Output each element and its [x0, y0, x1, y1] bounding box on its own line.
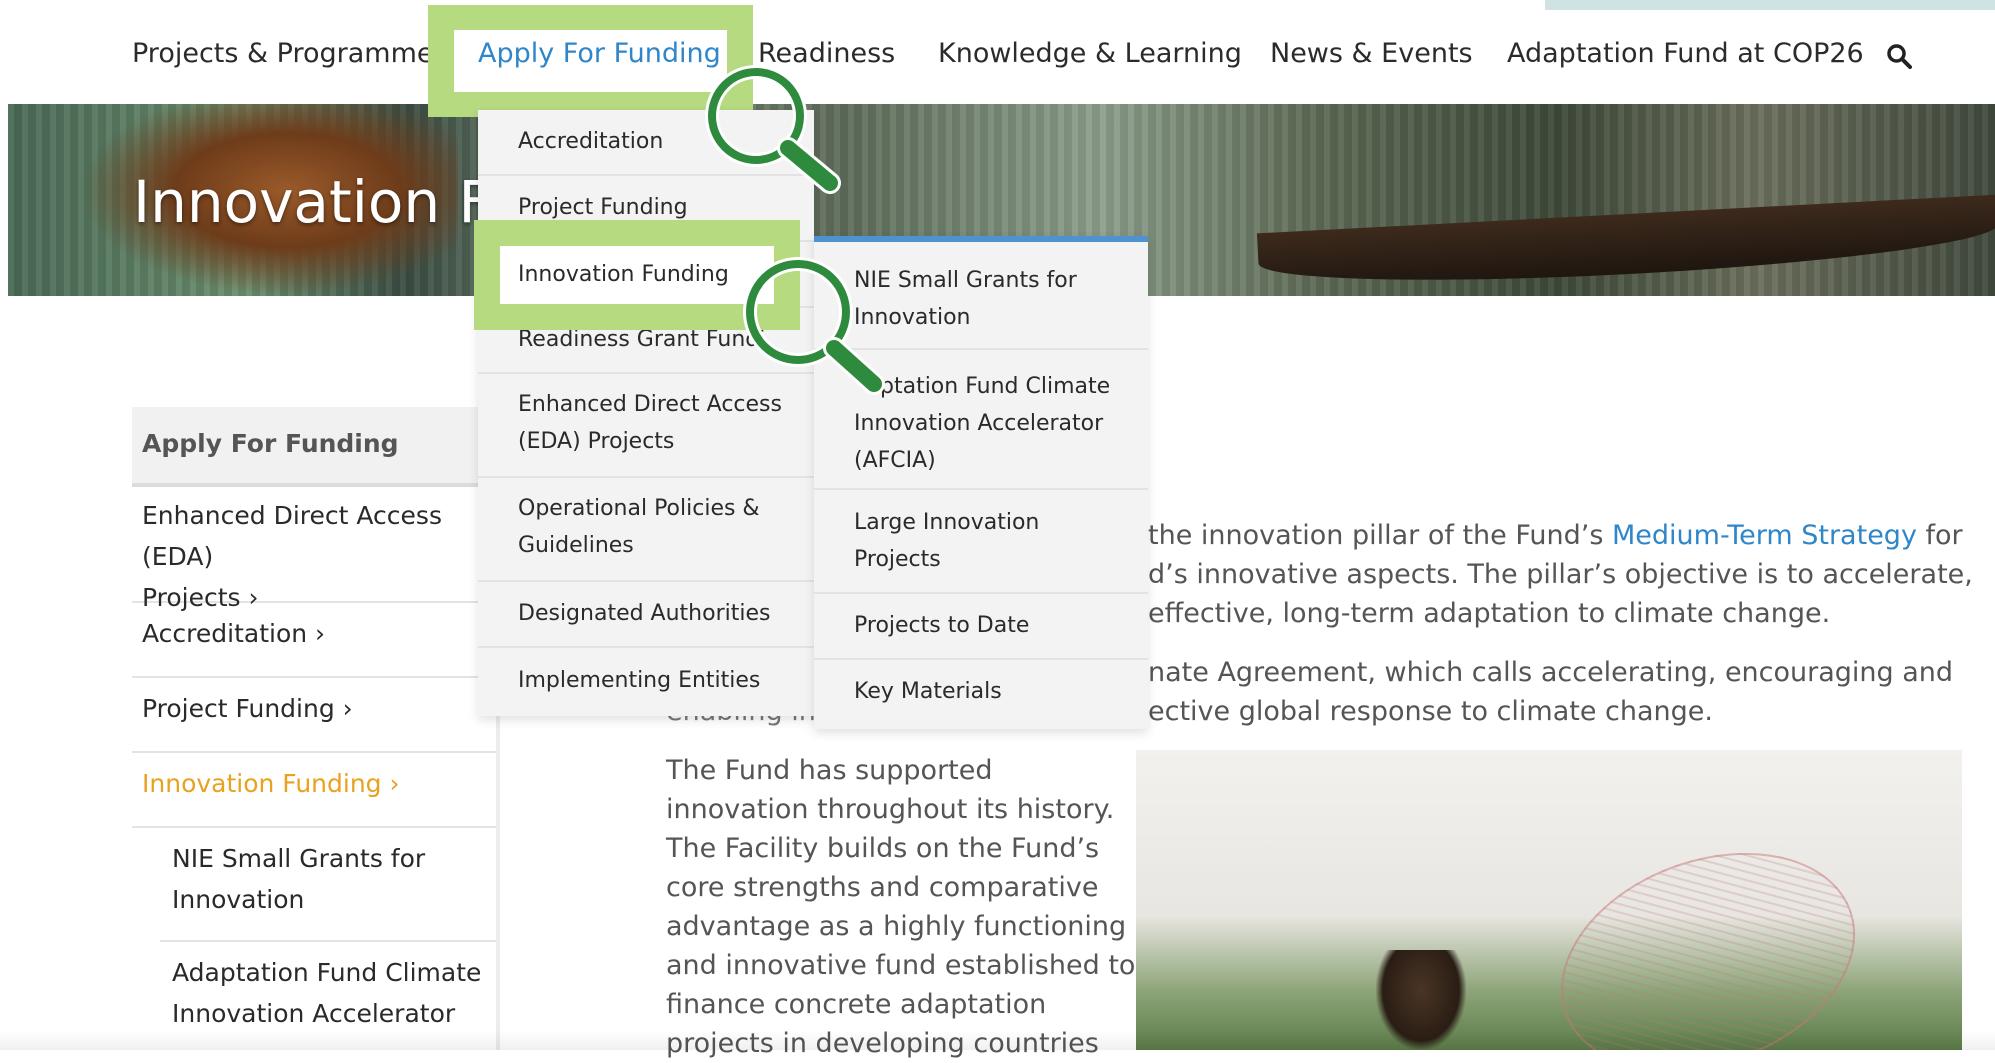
sidebar-item-label: Accreditation › — [142, 619, 326, 648]
submenu-item-label: Innovation Accelerator — [854, 411, 1104, 436]
paragraph-3-line: innovation throughout its history. — [666, 794, 1115, 825]
dropdown-item-label: Designated Authorities — [518, 601, 771, 626]
paragraph-1-line-1: the innovation pillar of the Fund’s Medi… — [1148, 516, 1963, 555]
paragraph-2-line-2: ective global response to climate change… — [1148, 696, 1713, 727]
dropdown-item-implementing-entities[interactable]: Implementing Entities — [478, 648, 814, 714]
submenu-item-label: Projects to Date — [854, 613, 1030, 638]
hero-title: Innovation Fu — [133, 168, 526, 236]
paragraph-3-line: finance concrete adaptation — [666, 989, 1047, 1020]
dropdown-item-label: Guidelines — [518, 533, 634, 558]
paragraph-text: for — [1916, 520, 1963, 551]
nav-adaptation-fund-cop26[interactable]: Adaptation Fund at COP26 — [1507, 38, 1864, 69]
submenu-item-label: Key Materials — [854, 679, 1002, 704]
sidebar-divider — [496, 716, 500, 1050]
sidebar-item-label: Enhanced Direct Access (EDA) — [142, 501, 442, 571]
dropdown-item-label: Accreditation — [518, 129, 664, 154]
sidebar-item-label: Project Funding › — [142, 694, 353, 723]
magnifier-icon — [743, 257, 885, 395]
paragraph-3-line: core strengths and comparative — [666, 872, 1099, 903]
paragraph-text: the innovation pillar of the Fund’s — [1148, 520, 1612, 551]
horizontal-scroll-shade — [0, 1030, 1995, 1050]
sidebar-subitem-label: Adaptation Fund Climate — [172, 958, 482, 987]
sidebar-subitem-label: Innovation Accelerator — [172, 999, 456, 1028]
paragraph-1-line-2: d’s innovative aspects. The pillar’s obj… — [1148, 559, 1973, 590]
sidebar-subitem-label: NIE Small Grants for — [172, 844, 426, 873]
sidebar-heading-text: Apply For Funding — [142, 429, 399, 458]
paragraph-2-line-1: nate Agreement, which calls accelerating… — [1148, 657, 1954, 688]
nav-news-events[interactable]: News & Events — [1270, 38, 1473, 69]
submenu-item-label: (AFCIA) — [854, 448, 936, 473]
submenu-item-key-materials[interactable]: Key Materials — [814, 660, 1148, 723]
nav-apply-for-funding[interactable]: Apply For Funding — [478, 38, 721, 69]
fisherman-photo — [1136, 750, 1962, 1050]
dropdown-item-operational-policies[interactable]: Operational Policies & Guidelines — [478, 478, 814, 582]
nav-knowledge-learning[interactable]: Knowledge & Learning — [938, 38, 1242, 69]
search-icon[interactable] — [1886, 43, 1912, 69]
submenu-item-label: Large Innovation — [854, 510, 1040, 535]
dropdown-item-designated-authorities[interactable]: Designated Authorities — [478, 582, 814, 648]
sidebar-item-accreditation[interactable]: Accreditation › — [132, 603, 500, 678]
sidebar-subitem-label: Innovation — [172, 885, 305, 914]
sidebar-item-label: Innovation Funding › — [142, 769, 400, 798]
paragraph-3-line: The Fund has supported — [666, 755, 993, 786]
paragraph-3-line: advantage as a highly functioning — [666, 911, 1127, 942]
paragraph-3-line: and innovative fund established to — [666, 950, 1136, 981]
medium-term-strategy-link[interactable]: Medium-Term Strategy — [1612, 520, 1917, 551]
sidebar-item-innovation-funding[interactable]: Innovation Funding › — [132, 753, 500, 828]
sidebar-subitem-nie-small-grants[interactable]: NIE Small Grants for Innovation — [160, 828, 496, 942]
dropdown-item-label: Operational Policies & — [518, 496, 760, 521]
paragraph-1-line-3: effective, long-term adaptation to clima… — [1148, 598, 1831, 629]
sidebar-item-eda-projects[interactable]: Enhanced Direct Access (EDA) Projects › — [132, 485, 500, 612]
highlighted-innovation-funding-label[interactable]: Innovation Funding — [518, 256, 729, 293]
paragraph-3-line: The Facility builds on the Fund’s — [666, 833, 1100, 864]
dropdown-item-label: (EDA) Projects — [518, 429, 675, 454]
top-decorative-strip — [1545, 0, 1995, 10]
apply-for-funding-dropdown: Accreditation Project Funding Innovation… — [478, 110, 814, 716]
sidebar-heading: Apply For Funding — [132, 407, 500, 487]
submenu-item-large-innovation-projects[interactable]: Large Innovation Projects — [814, 490, 1148, 594]
dropdown-item-label: Implementing Entities — [518, 668, 761, 693]
sidebar-item-project-funding[interactable]: Project Funding › — [132, 678, 500, 753]
submenu-item-projects-to-date[interactable]: Projects to Date — [814, 594, 1148, 660]
nav-projects-programmes[interactable]: Projects & Programmes — [132, 38, 448, 69]
magnifier-icon — [705, 65, 841, 194]
submenu-item-label: Projects — [854, 547, 941, 572]
submenu-item-label: ptation Fund Climate — [880, 374, 1111, 399]
